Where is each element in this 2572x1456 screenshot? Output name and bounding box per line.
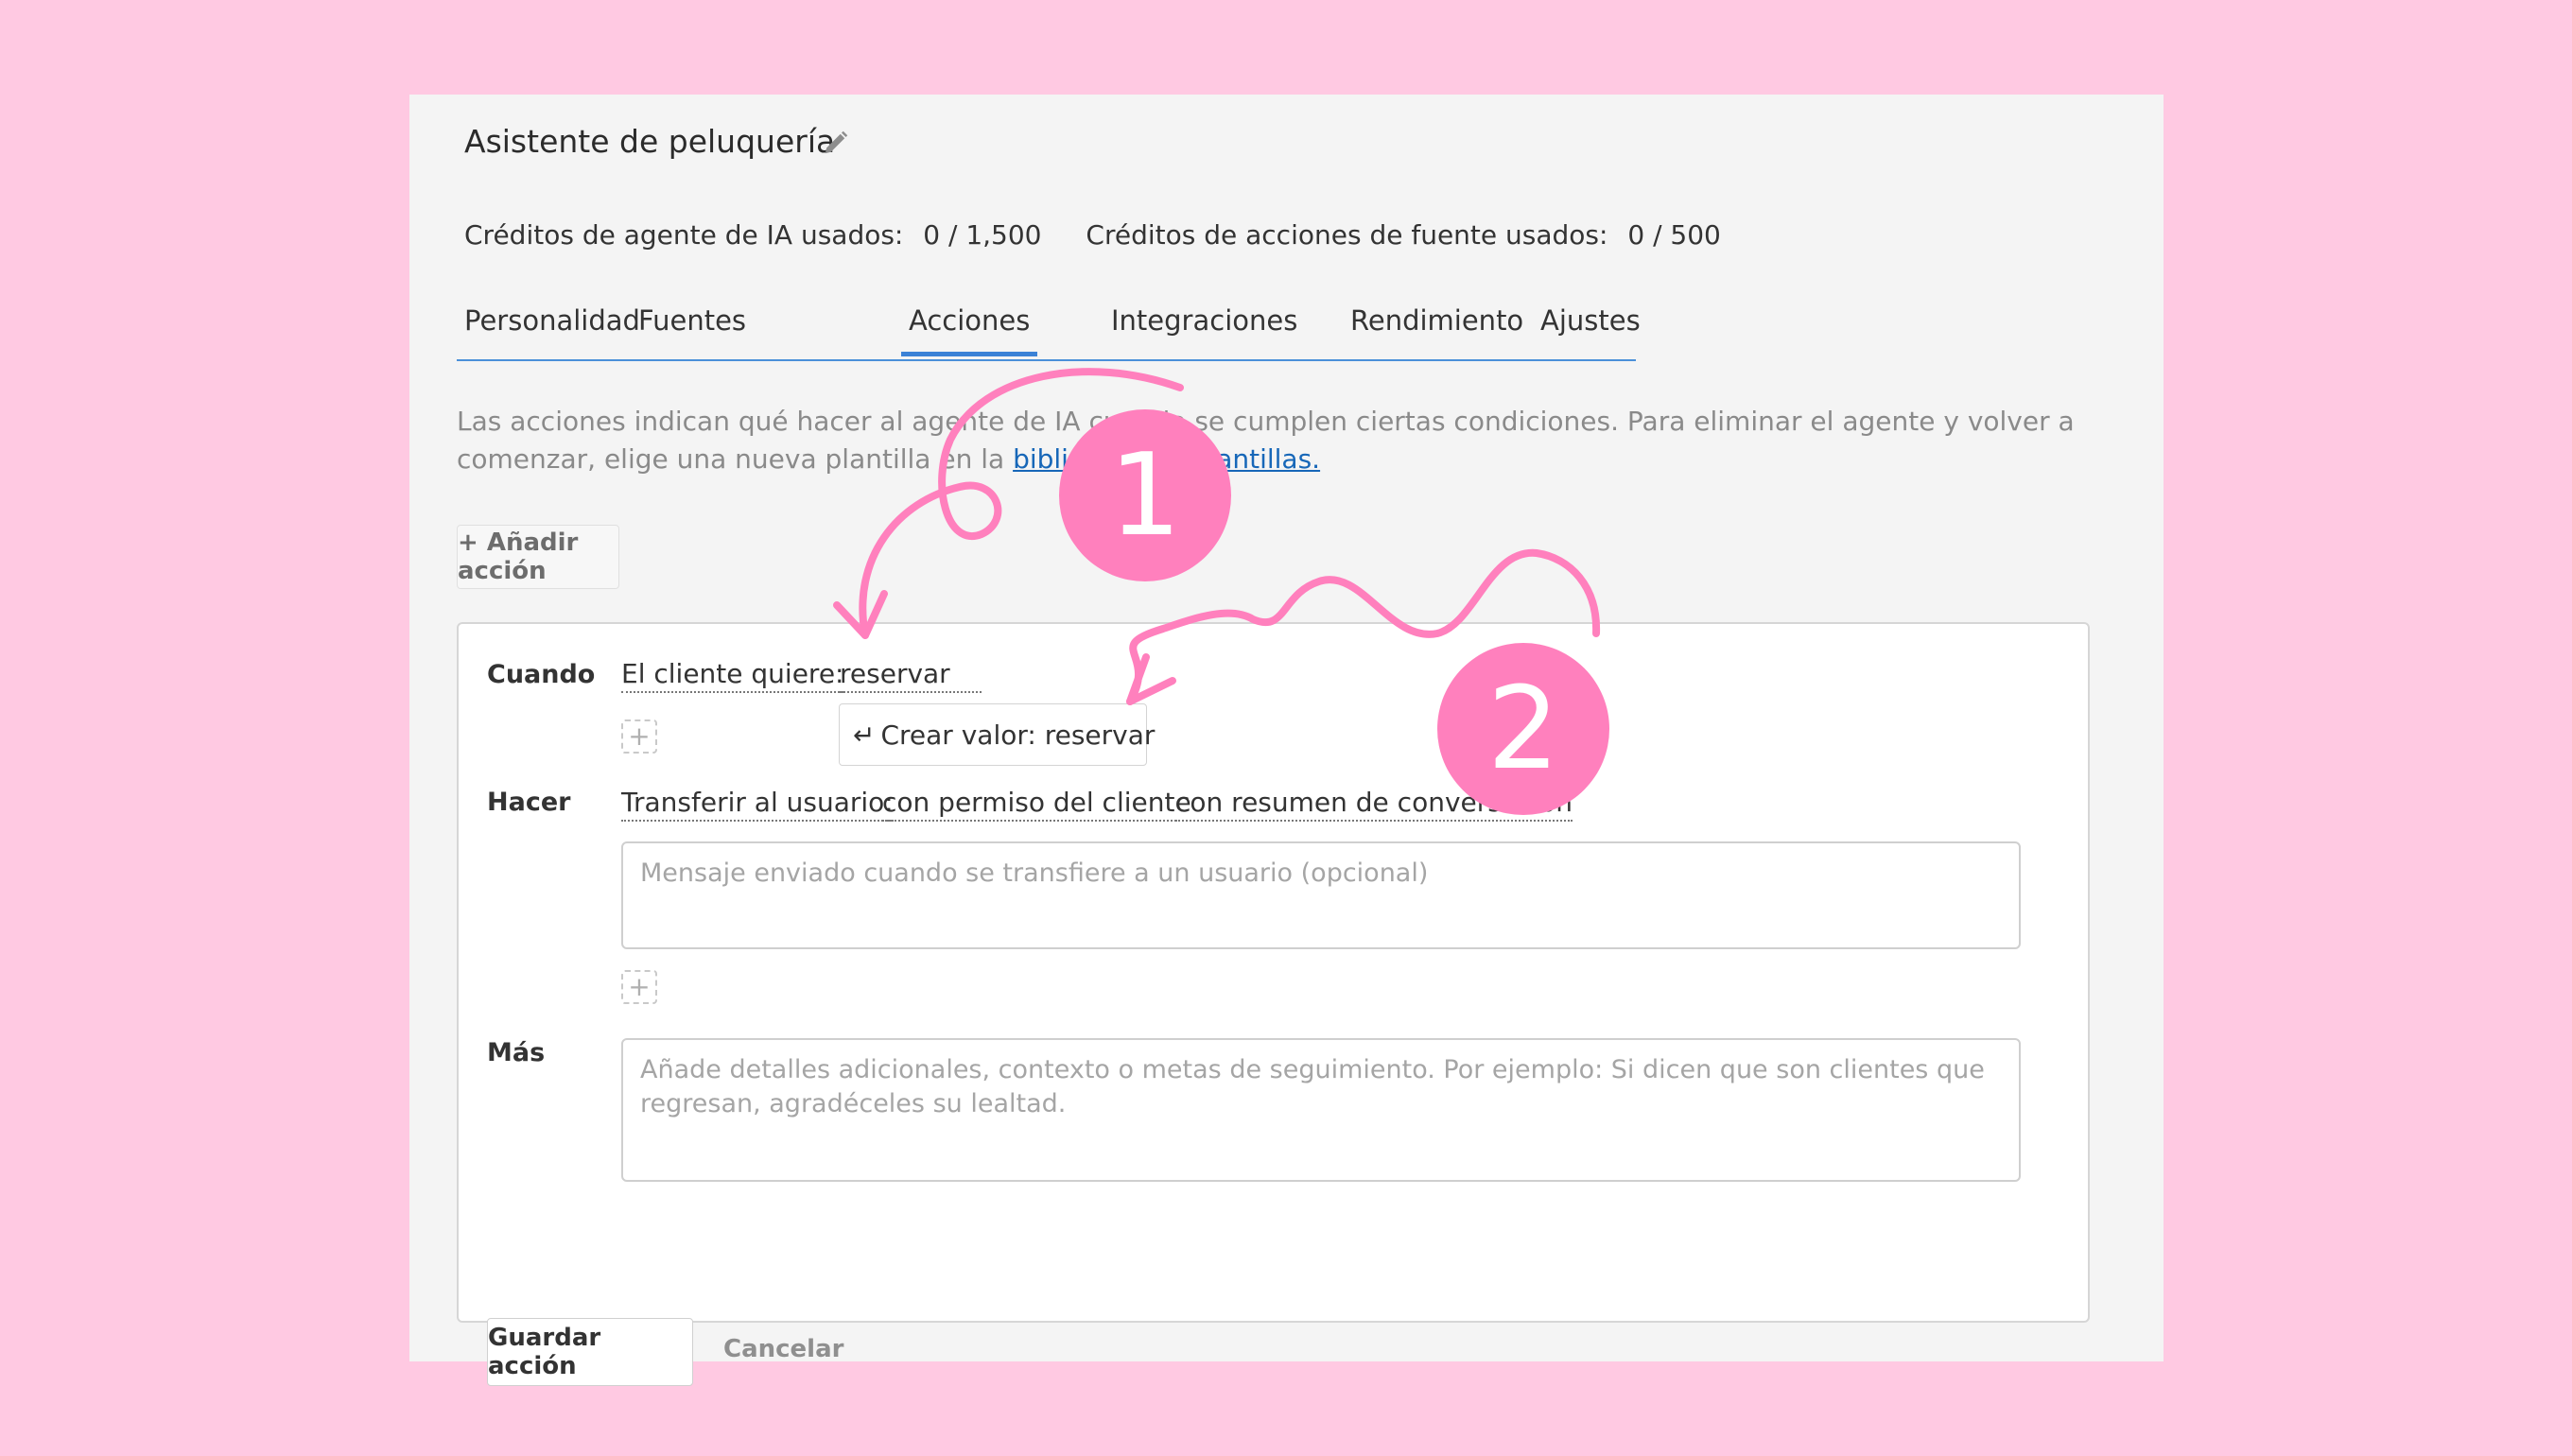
credits-line: Créditos de agente de IA usados: 0 / 1,5…: [464, 219, 1732, 251]
add-condition-button[interactable]: +: [621, 719, 657, 754]
action-editor-card: Cuando El cliente quiere: reservar + ↵ C…: [457, 622, 2090, 1386]
tab-bar: Personalidad Fuentes Acciones Integracio…: [457, 304, 1641, 361]
tab-personalidad[interactable]: Personalidad: [464, 304, 640, 337]
pencil-icon[interactable]: [822, 129, 850, 157]
ai-credits-value: 0 / 1,500: [923, 219, 1042, 251]
add-action-button[interactable]: + Añadir acción: [457, 525, 619, 589]
tab-rendimiento[interactable]: Rendimiento: [1350, 304, 1523, 337]
agent-panel: Asistente de peluquería Créditos de agen…: [409, 95, 2164, 1386]
save-action-button[interactable]: Guardar acción: [487, 1318, 693, 1386]
plus-icon: +: [628, 971, 651, 1002]
plus-icon: +: [628, 720, 651, 752]
do-label: Hacer: [487, 788, 571, 817]
transfer-message-input[interactable]: Mensaje enviado cuando se transfiere a u…: [621, 841, 2021, 949]
more-label: Más: [487, 1038, 546, 1067]
permission-selector[interactable]: con permiso del cliente: [882, 787, 1191, 822]
cancel-button[interactable]: Cancelar: [723, 1335, 843, 1363]
return-icon: ↵: [853, 719, 876, 751]
actions-description: Las acciones indican qué hacer al agente…: [457, 403, 2121, 478]
tab-integraciones[interactable]: Integraciones: [1111, 304, 1297, 337]
add-step-button[interactable]: +: [621, 970, 657, 1004]
when-condition-selector[interactable]: El cliente quiere:: [621, 658, 844, 693]
suggestion-label: Crear valor: reservar: [880, 719, 1156, 751]
annotation-badge-1: 1: [1059, 409, 1231, 581]
ai-credits-label: Créditos de agente de IA usados:: [464, 219, 904, 251]
when-value-input[interactable]: reservar: [840, 658, 982, 693]
tab-acciones[interactable]: Acciones: [900, 304, 1038, 356]
source-credits-value: 0 / 500: [1627, 219, 1721, 251]
annotation-badge-2: 2: [1437, 643, 1609, 815]
source-credits-label: Créditos de acciones de fuente usados:: [1086, 219, 1608, 251]
do-action-selector[interactable]: Transferir al usuario:: [621, 787, 894, 822]
when-label: Cuando: [487, 660, 596, 689]
tab-ajustes[interactable]: Ajustes: [1540, 304, 1641, 337]
tab-fuentes[interactable]: Fuentes: [638, 304, 746, 337]
more-details-input[interactable]: Añade detalles adicionales, contexto o m…: [621, 1038, 2021, 1182]
create-value-suggestion[interactable]: ↵ Crear valor: reservar: [839, 703, 1155, 766]
agent-title: Asistente de peluquería: [464, 123, 836, 160]
